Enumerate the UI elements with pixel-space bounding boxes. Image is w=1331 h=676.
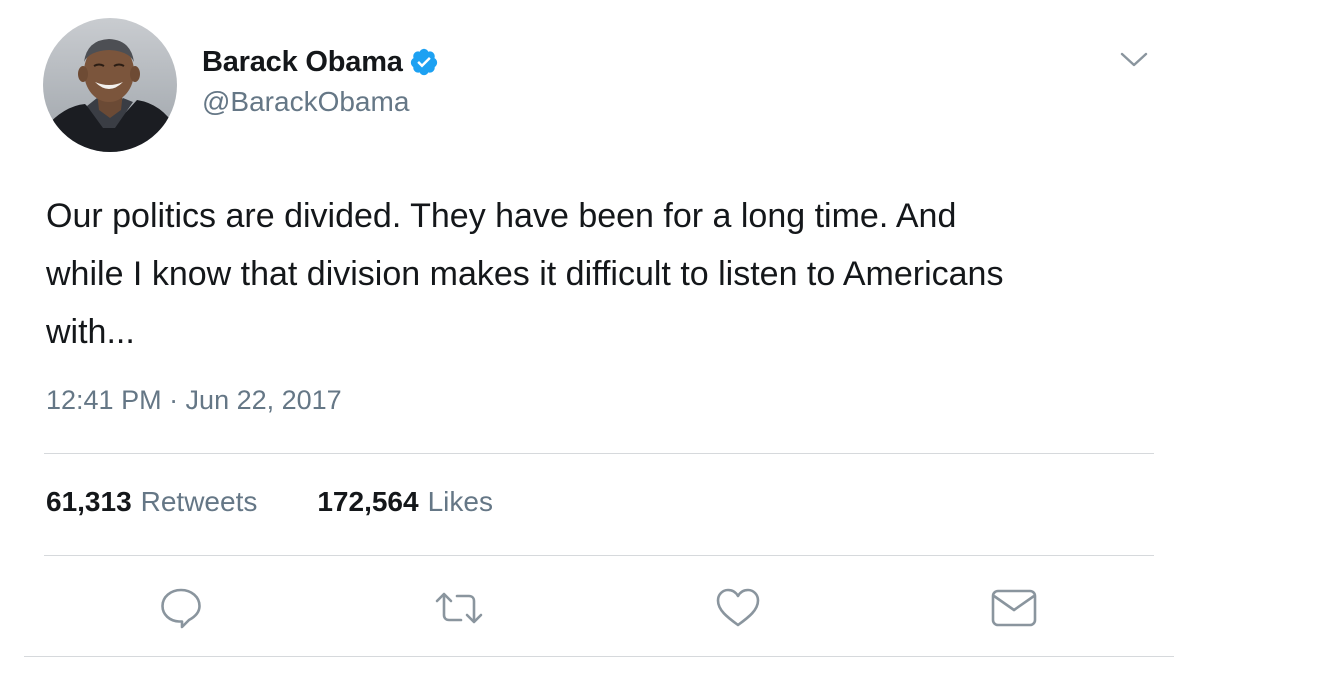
likes-label: Likes: [427, 486, 493, 517]
divider: [44, 555, 1154, 556]
retweet-button[interactable]: [435, 584, 483, 632]
tweet-text-line: with...: [46, 313, 135, 351]
reply-icon: [158, 585, 204, 631]
divider: [44, 453, 1154, 454]
heart-icon: [714, 585, 762, 631]
mail-icon: [990, 587, 1038, 629]
avatar[interactable]: [43, 18, 177, 152]
retweets-label: Retweets: [140, 486, 258, 517]
direct-message-button[interactable]: [990, 584, 1038, 632]
tweet-text-line: while I know that division makes it diff…: [46, 255, 1004, 293]
likes-count: 172,564: [317, 486, 419, 517]
tweet-timestamp[interactable]: 12:41 PM · Jun 22, 2017: [46, 385, 342, 416]
author-display-name[interactable]: Barack Obama: [202, 46, 403, 79]
tweet-text: Our politics are divided. They have been…: [46, 187, 1166, 361]
retweets-count: 61,313: [46, 486, 132, 517]
retweets-stat[interactable]: 61,313 Retweets: [46, 486, 257, 518]
chevron-down-icon[interactable]: [1118, 46, 1150, 72]
author-handle[interactable]: @BarackObama: [202, 86, 409, 118]
author-name-row[interactable]: Barack Obama: [202, 44, 439, 80]
tweet-text-line: Our politics are divided. They have been…: [46, 197, 957, 235]
reply-button[interactable]: [157, 584, 205, 632]
divider: [24, 656, 1174, 657]
tweet-stats: 61,313 Retweets 172,564 Likes: [46, 486, 493, 518]
verified-badge-icon: [409, 47, 439, 77]
retweet-icon: [433, 585, 485, 631]
like-button[interactable]: [714, 584, 762, 632]
likes-stat[interactable]: 172,564 Likes: [317, 486, 493, 518]
tweet: Barack Obama @BarackObama Our politics a…: [0, 0, 1331, 676]
